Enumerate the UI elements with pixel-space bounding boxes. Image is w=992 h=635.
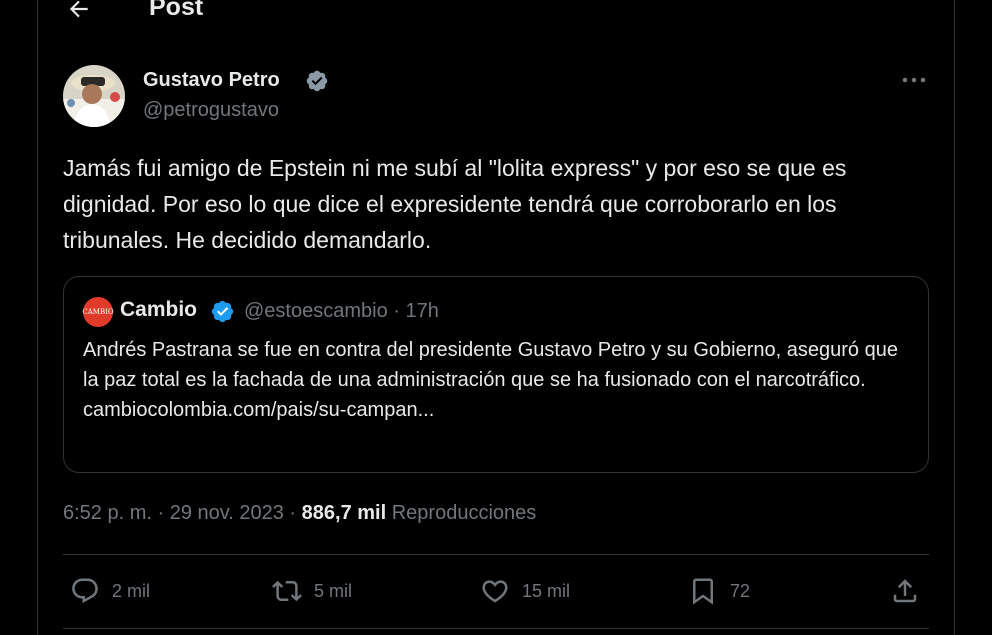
tweet-text: Jamás fui amigo de Epstein ni me subí al… — [63, 155, 847, 253]
verified-badge-icon — [211, 300, 234, 323]
quote-body: Andrés Pastrana se fue en contra del pre… — [83, 339, 898, 391]
retweet-icon — [272, 580, 302, 602]
like-count: 15 mil — [522, 580, 571, 601]
post-column: Post Gustavo Petro @petrogustavo Jamás f… — [37, 0, 955, 635]
arrow-left-icon — [69, 0, 88, 18]
quoted-tweet[interactable]: CAMBIO Cambio @estoescambio · 17h Andrés… — [63, 276, 929, 473]
quote-avatar: CAMBIO — [82, 297, 114, 327]
divider — [63, 554, 929, 555]
share-icon — [893, 579, 917, 603]
reply-icon — [72, 578, 98, 604]
quote-link[interactable]: cambiocolombia.com/pais/su-campan... — [83, 395, 913, 425]
reply-button[interactable]: 2 mil — [70, 575, 150, 607]
divider — [63, 628, 929, 629]
views-count: 886,7 mil — [301, 502, 387, 524]
heart-icon — [482, 580, 508, 603]
retweet-button[interactable]: 5 mil — [272, 575, 352, 607]
views-label: Reproducciones — [391, 502, 537, 524]
avatar-image — [63, 65, 125, 127]
page-title: Post — [149, 0, 204, 21]
avatar[interactable] — [63, 65, 125, 127]
bookmark-icon — [693, 578, 713, 605]
quote-author-name: Cambio — [120, 298, 198, 321]
retweet-count: 5 mil — [314, 580, 353, 601]
quote-text: Andrés Pastrana se fue en contra del pre… — [83, 335, 913, 425]
tweet-meta: 6:52 p. m. · 29 nov. 2023 · 886,7 mil Re… — [63, 502, 536, 525]
bookmark-button[interactable]: 72 — [688, 575, 750, 607]
like-button[interactable]: 15 mil — [480, 575, 570, 607]
timestamp[interactable]: 6:52 p. m. · 29 nov. 2023 · — [63, 502, 302, 524]
author-name[interactable]: Gustavo Petro — [143, 69, 280, 92]
back-button[interactable] — [64, 0, 94, 24]
more-horizontal-icon — [902, 77, 926, 83]
quote-handle-time: @estoescambio · 17h — [244, 300, 439, 322]
post-header: Post — [38, 0, 954, 30]
author-handle[interactable]: @petrogustavo — [143, 99, 279, 122]
share-button[interactable] — [890, 575, 920, 607]
reply-count: 2 mil — [112, 580, 151, 601]
verified-badge-icon — [306, 70, 328, 92]
more-options-button[interactable] — [900, 70, 928, 90]
bookmark-count: 72 — [730, 580, 751, 601]
